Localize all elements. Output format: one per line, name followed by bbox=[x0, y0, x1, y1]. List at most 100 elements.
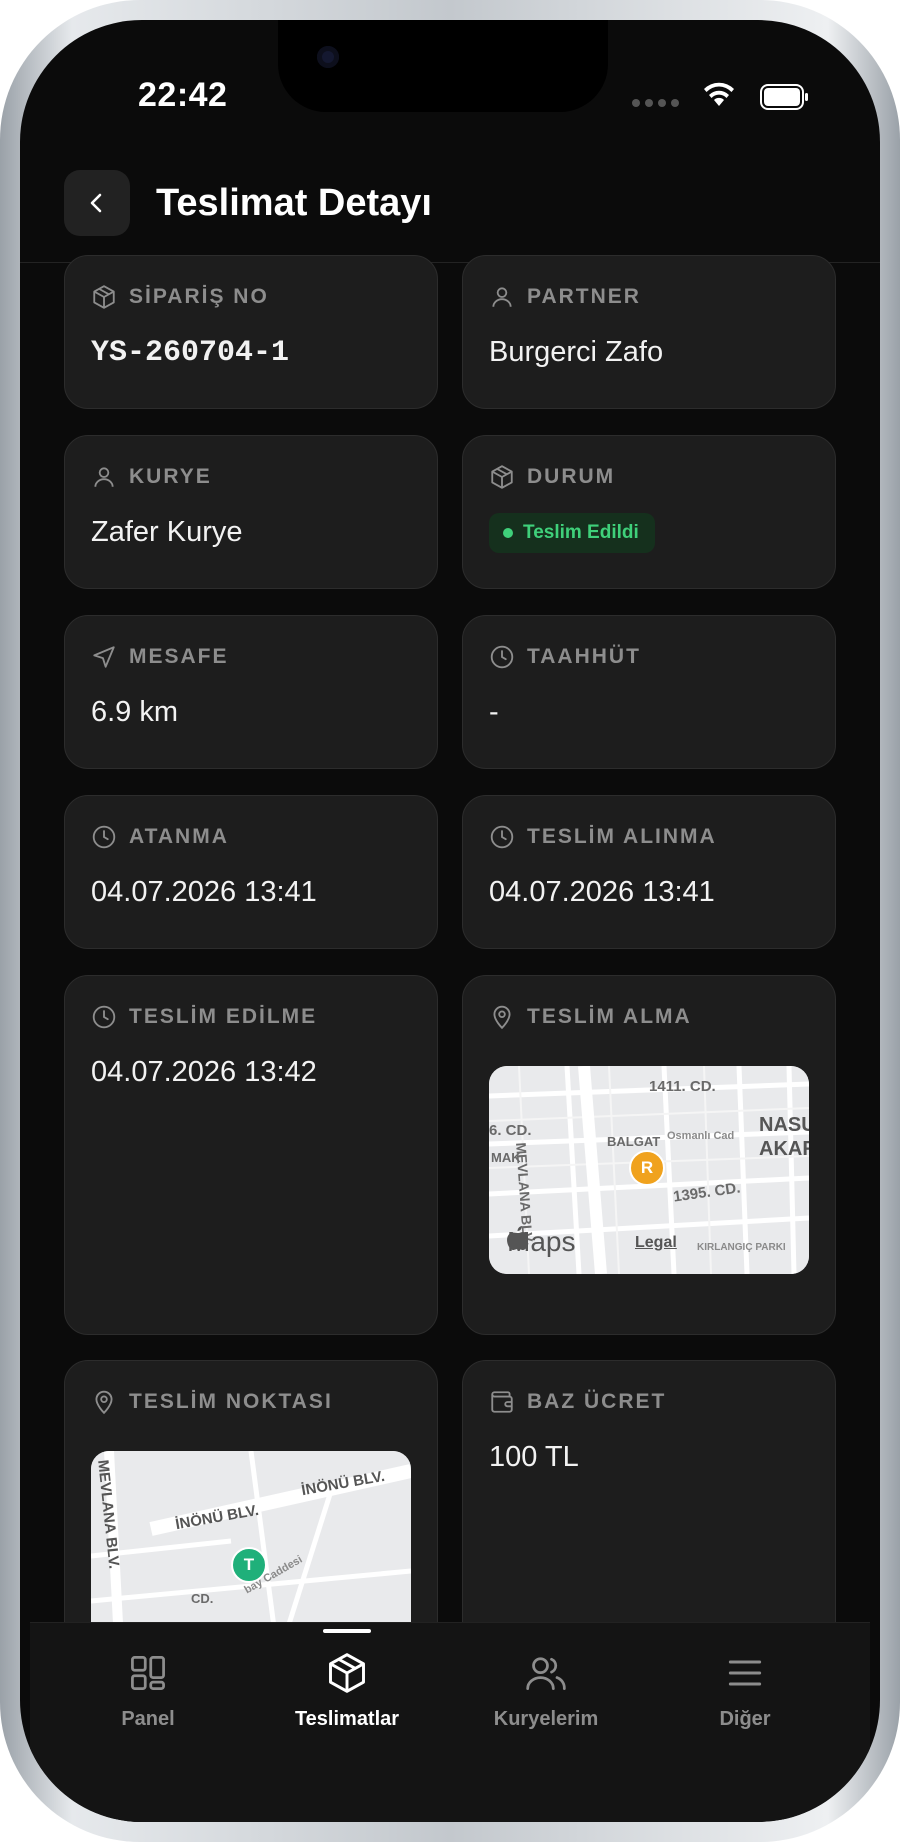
commitment-card: TAAHHÜT - bbox=[462, 615, 836, 769]
distance-label: MESAFE bbox=[91, 644, 229, 670]
apple-maps-logo: Maps bbox=[507, 1226, 575, 1258]
commitment-label-text: TAAHHÜT bbox=[527, 645, 641, 668]
partner-value: Burgerci Zafo bbox=[489, 336, 664, 368]
package-icon bbox=[93, 285, 115, 309]
box-icon bbox=[329, 1653, 365, 1693]
tab-deliveries[interactable]: Teslimatlar bbox=[247, 1651, 447, 1731]
distance-label-text: MESAFE bbox=[129, 645, 229, 668]
clock-icon bbox=[92, 1005, 116, 1029]
assigned-label-text: ATANMA bbox=[129, 825, 229, 848]
tab-couriers-label: Kuryelerim bbox=[493, 1708, 599, 1730]
user-icon bbox=[492, 287, 512, 307]
tab-couriers[interactable]: Kuryelerim bbox=[446, 1651, 646, 1731]
map-label: KIRLANGIÇ PARKI bbox=[697, 1242, 786, 1253]
map-label: Osmanlı Cad bbox=[667, 1130, 735, 1142]
map-label: BALGAT bbox=[607, 1134, 661, 1149]
grid-icon bbox=[131, 1656, 165, 1690]
picked-up-label: TESLİM ALINMA bbox=[489, 824, 717, 850]
courier-label-text: KURYE bbox=[129, 465, 212, 488]
commitment-label: TAAHHÜT bbox=[489, 644, 641, 670]
base-fee-card: BAZ ÜCRET 100 TL bbox=[462, 1360, 836, 1660]
order-number-label: SİPARİŞ NO bbox=[91, 284, 269, 310]
pickup-location-card: TESLİM ALMA 1411. CD. NASU AKA BALGAT Os… bbox=[462, 975, 836, 1335]
clock-icon bbox=[490, 645, 514, 669]
courier-value: Zafer Kurye bbox=[91, 516, 243, 548]
delivered-card: TESLİM EDİLME 04.07.2026 13:42 bbox=[64, 975, 438, 1335]
assigned-card: ATANMA 04.07.2026 13:41 bbox=[64, 795, 438, 949]
order-number-value: YS-260704-1 bbox=[91, 336, 290, 370]
picked-up-card: TESLİM ALINMA 04.07.2026 13:41 bbox=[462, 795, 836, 949]
order-number-card: SİPARİŞ NO YS-260704-1 bbox=[64, 255, 438, 409]
header: Teslimat Detayı bbox=[20, 160, 880, 263]
status-label: DURUM bbox=[489, 464, 615, 490]
clock-icon bbox=[490, 825, 514, 849]
dropoff-pin[interactable]: T bbox=[231, 1547, 267, 1583]
users-icon bbox=[526, 1657, 566, 1690]
picked-up-label-text: TESLİM ALINMA bbox=[527, 825, 717, 848]
map-pin-icon bbox=[493, 1005, 511, 1030]
clock-icon bbox=[92, 825, 116, 849]
camera-icon bbox=[317, 46, 339, 68]
partner-card: PARTNER Burgerci Zafo bbox=[462, 255, 836, 409]
dropoff-location-card: TESLİM NOKTASI İNÖNÜ BLV. İNÖNÜ BLV. MEV… bbox=[64, 1360, 438, 1681]
map-pin-icon bbox=[95, 1390, 113, 1415]
wifi-icon bbox=[704, 82, 734, 106]
tab-bar: Panel Teslimatlar Kuryelerim Diğer bbox=[30, 1622, 870, 1822]
order-number-label-text: SİPARİŞ NO bbox=[129, 285, 269, 308]
page-title: Teslimat Detayı bbox=[156, 182, 432, 224]
battery-icon bbox=[760, 84, 808, 110]
map-label: 6. CD. bbox=[489, 1122, 532, 1139]
courier-label: KURYE bbox=[91, 464, 212, 490]
apple-icon bbox=[507, 1226, 529, 1250]
distance-card: MESAFE 6.9 km bbox=[64, 615, 438, 769]
map-label: 1411. CD. bbox=[649, 1078, 716, 1095]
dropoff-location-label: TESLİM NOKTASI bbox=[91, 1389, 333, 1415]
distance-value: 6.9 km bbox=[91, 696, 179, 728]
map-label: AKAR bbox=[759, 1138, 809, 1160]
dropoff-location-label-text: TESLİM NOKTASI bbox=[129, 1390, 333, 1413]
delivered-label: TESLİM EDİLME bbox=[91, 1004, 317, 1030]
legal-link[interactable]: Legal bbox=[635, 1234, 677, 1252]
status-label-text: DURUM bbox=[527, 465, 616, 488]
tab-deliveries-label: Teslimatlar bbox=[294, 1708, 400, 1730]
status-badge: Teslim Edildi bbox=[489, 513, 655, 553]
active-tab-indicator bbox=[323, 1629, 371, 1633]
tab-panel-label: Panel bbox=[121, 1708, 175, 1730]
user-icon bbox=[94, 467, 114, 487]
pickup-location-label-text: TESLİM ALMA bbox=[527, 1005, 692, 1028]
signal-icon bbox=[632, 94, 684, 112]
base-fee-label: BAZ ÜCRET bbox=[489, 1389, 666, 1415]
tab-other-label: Diğer bbox=[719, 1708, 771, 1730]
phone-frame: 22:42 Teslimat Detayı SİPARİŞ NO YS-2607… bbox=[0, 0, 900, 1842]
pickup-map[interactable]: 1411. CD. NASU AKAR BALGAT Osmanlı Cad M… bbox=[489, 1066, 809, 1274]
status-badge-text: Teslim Edildi bbox=[523, 522, 639, 543]
menu-icon bbox=[728, 1660, 762, 1686]
tab-panel[interactable]: Panel bbox=[48, 1651, 248, 1731]
map-label: NASU bbox=[759, 1114, 809, 1136]
base-fee-label-text: BAZ ÜCRET bbox=[527, 1390, 667, 1413]
partner-label: PARTNER bbox=[489, 284, 641, 310]
delivered-value: 04.07.2026 13:42 bbox=[91, 1056, 317, 1088]
pickup-pin[interactable]: R bbox=[629, 1150, 665, 1186]
assigned-label: ATANMA bbox=[91, 824, 229, 850]
screen: 22:42 Teslimat Detayı SİPARİŞ NO YS-2607… bbox=[20, 20, 880, 1822]
wallet-icon bbox=[491, 1391, 513, 1413]
package-icon bbox=[491, 465, 513, 489]
chevron-left-icon bbox=[90, 193, 102, 213]
delivered-label-text: TESLİM EDİLME bbox=[129, 1005, 318, 1028]
map-label: CD. bbox=[191, 1591, 214, 1606]
back-button[interactable] bbox=[64, 170, 130, 236]
tab-other[interactable]: Diğer bbox=[645, 1651, 845, 1731]
partner-label-text: PARTNER bbox=[527, 285, 641, 308]
base-fee-value: 100 TL bbox=[489, 1441, 579, 1473]
assigned-value: 04.07.2026 13:41 bbox=[91, 876, 317, 908]
picked-up-value: 04.07.2026 13:41 bbox=[489, 876, 715, 908]
status-card: DURUM Teslim Edildi bbox=[462, 435, 836, 589]
status-time: 22:42 bbox=[138, 76, 228, 114]
commitment-value: - bbox=[489, 696, 499, 728]
navigation-icon bbox=[93, 646, 115, 668]
map-label: MAK bbox=[491, 1150, 521, 1165]
status-icons bbox=[632, 80, 822, 114]
courier-card: KURYE Zafer Kurye bbox=[64, 435, 438, 589]
status-dot bbox=[503, 528, 513, 538]
